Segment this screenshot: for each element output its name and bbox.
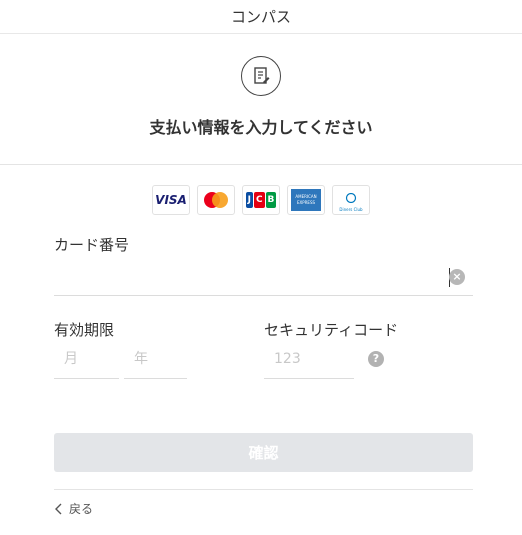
- expiry-label: 有効期限: [54, 321, 115, 339]
- security-code-underline: [264, 378, 354, 379]
- back-label: 戻る: [69, 502, 94, 516]
- chevron-left-icon: [55, 503, 62, 514]
- card-number-underline: [54, 295, 473, 296]
- payment-header: 支払い情報を入力してください: [0, 34, 522, 165]
- back-link[interactable]: 戻る: [54, 500, 93, 517]
- help-icon[interactable]: ?: [368, 351, 384, 367]
- accepted-card-brands: VISA J C B AMERICAN EXPRESS Diners Club: [152, 185, 370, 215]
- divider: [54, 489, 473, 490]
- document-edit-icon: [241, 56, 281, 96]
- amex-logo: AMERICAN EXPRESS: [287, 185, 325, 215]
- year-underline: [124, 378, 187, 379]
- security-code-label: セキュリティコード: [264, 321, 399, 339]
- app-title-bar: コンパス: [0, 0, 522, 34]
- card-number-label: カード番号: [54, 236, 130, 254]
- month-underline: [54, 378, 119, 379]
- expiry-month-input[interactable]: [54, 344, 119, 374]
- page-title: 支払い情報を入力してください: [149, 118, 373, 137]
- app-title: コンパス: [230, 8, 291, 26]
- confirm-button[interactable]: 確認: [54, 433, 473, 472]
- security-code-input[interactable]: [264, 344, 354, 374]
- visa-logo: VISA: [152, 185, 190, 215]
- expiry-year-input[interactable]: [124, 344, 187, 374]
- mastercard-logo: [197, 185, 235, 215]
- diners-club-logo: Diners Club: [332, 185, 370, 215]
- clear-icon[interactable]: ×: [449, 269, 465, 285]
- jcb-logo: J C B: [242, 185, 280, 215]
- card-number-input[interactable]: [54, 264, 444, 294]
